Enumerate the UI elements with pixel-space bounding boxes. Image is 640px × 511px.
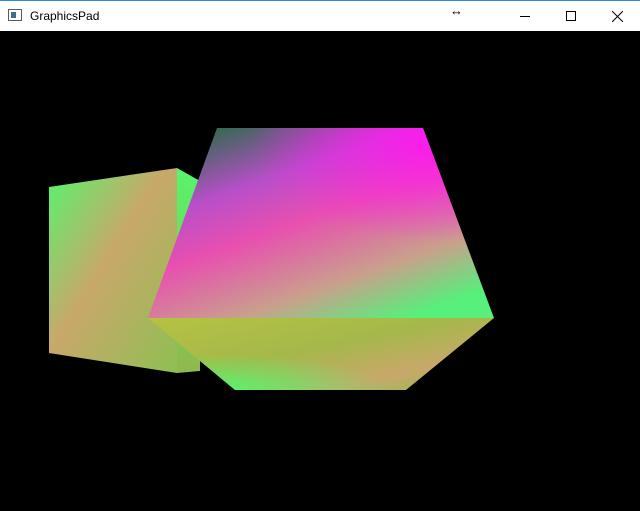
maximize-button[interactable] (548, 1, 594, 31)
close-icon (611, 10, 623, 22)
minimize-icon (520, 16, 530, 17)
front-cube-bottom-highlight (148, 318, 494, 390)
opengl-viewport[interactable] (0, 31, 640, 511)
window-title: GraphicsPad (30, 9, 100, 23)
minimize-button[interactable] (502, 1, 548, 31)
front-cube (148, 128, 494, 390)
front-cube-top-highlight (148, 128, 494, 318)
close-button[interactable] (594, 1, 640, 31)
resize-arrows-icon: ↔ (450, 3, 463, 18)
title-bar[interactable]: GraphicsPad ↔ (0, 0, 640, 31)
app-window-icon (8, 9, 22, 21)
cube-scene (49, 128, 494, 390)
maximize-icon (566, 11, 576, 21)
back-cube-front-face (49, 168, 177, 373)
graphicspad-window: GraphicsPad ↔ (0, 0, 640, 511)
